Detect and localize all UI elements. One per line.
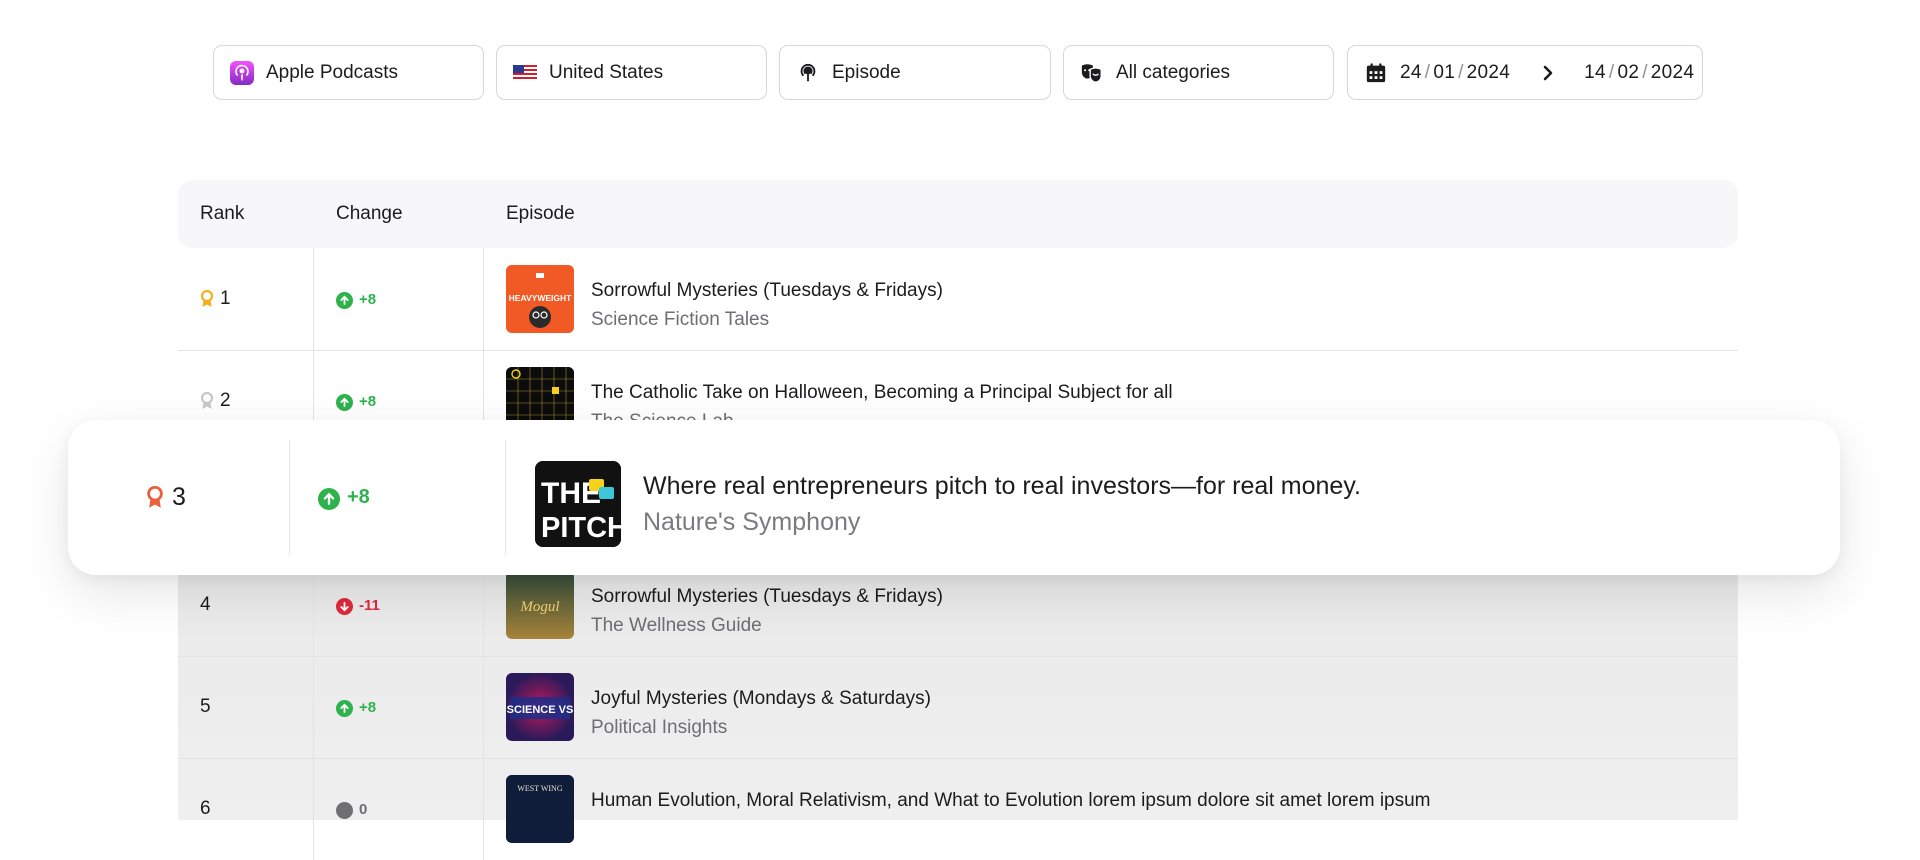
filter-bar: Apple Podcasts United States Episode All… <box>0 45 1920 102</box>
artwork-text: Mogul <box>519 599 559 615</box>
rank-value: 4 <box>200 594 211 615</box>
gold-medal-icon <box>200 290 214 308</box>
silver-medal-icon <box>200 392 214 410</box>
change-value: +8 <box>359 290 377 308</box>
header-episode: Episode <box>506 203 575 224</box>
artwork-text: HEAVYWEIGHT <box>509 293 572 303</box>
episode-artwork: Mogul <box>506 571 574 639</box>
artwork-text-line2: PITCH <box>541 512 621 544</box>
country-filter[interactable]: United States <box>496 45 767 100</box>
podcasts-icon <box>230 60 254 85</box>
rank-value: 6 <box>200 798 211 819</box>
date-range-filter[interactable]: 24/01/2024 14/02/2024 <box>1347 45 1703 100</box>
artwork-text: WEST WING <box>517 784 562 793</box>
podcast-mic-icon <box>796 61 820 85</box>
type-label: Episode <box>832 61 901 83</box>
rank-value: 3 <box>172 483 186 511</box>
rank-value: 2 <box>220 390 231 411</box>
episode-title[interactable]: The Catholic Take on Halloween, Becoming… <box>591 382 1173 404</box>
episode-title[interactable]: Where real entrepreneurs pitch to real i… <box>643 472 1361 501</box>
artwork-text: SCIENCE VS <box>507 704 574 716</box>
change-value: 0 <box>359 800 368 818</box>
table-row[interactable]: 1 +8 HEAVYWEIGHT Sorrowful Mysteries (Tu… <box>178 248 1738 351</box>
podcast-name[interactable]: Science Fiction Tales <box>591 309 769 331</box>
change-value: +8 <box>359 698 377 716</box>
highlighted-row[interactable]: 3 +8 THE PITCH Where real entrepreneurs p… <box>68 420 1840 575</box>
bronze-medal-icon <box>146 486 164 509</box>
date-to[interactable]: 14/02/2024 <box>1584 62 1694 84</box>
arrow-up-icon <box>336 699 353 717</box>
podcast-name[interactable]: Nature's Symphony <box>643 508 860 537</box>
episode-title[interactable]: Sorrowful Mysteries (Tuesdays & Fridays) <box>591 280 943 302</box>
theater-masks-icon <box>1080 61 1104 85</box>
episode-artwork: WEST WING <box>506 775 574 843</box>
podcast-name[interactable]: Political Insights <box>591 717 727 739</box>
arrow-up-icon <box>336 393 353 411</box>
episode-artwork: THE PITCH <box>535 461 621 547</box>
episode-title[interactable]: Joyful Mysteries (Mondays & Saturdays) <box>591 688 931 710</box>
platform-label: Apple Podcasts <box>266 61 399 83</box>
category-label: All categories <box>1116 61 1231 83</box>
category-filter[interactable]: All categories <box>1063 45 1334 100</box>
rank-value: 5 <box>200 696 211 717</box>
table-row[interactable]: 6 0 WEST WING Human Evolution, Moral Rel… <box>178 758 1738 860</box>
header-rank: Rank <box>200 203 245 224</box>
platform-filter[interactable]: Apple Podcasts <box>213 45 484 100</box>
arrow-up-icon <box>318 487 340 510</box>
type-filter[interactable]: Episode <box>779 45 1051 100</box>
change-value: +8 <box>359 392 377 410</box>
episode-artwork: SCIENCE VS <box>506 673 574 741</box>
calendar-icon <box>1364 61 1388 85</box>
date-from[interactable]: 24/01/2024 <box>1400 62 1510 84</box>
podcast-name[interactable]: The Wellness Guide <box>591 615 762 637</box>
arrow-down-icon <box>336 597 353 615</box>
chevron-right-icon <box>1542 65 1554 81</box>
us-flag-icon <box>513 61 537 85</box>
change-value: -11 <box>359 596 380 614</box>
country-label: United States <box>549 61 664 83</box>
episode-title[interactable]: Sorrowful Mysteries (Tuesdays & Fridays) <box>591 586 943 608</box>
header-change: Change <box>336 203 403 224</box>
neutral-change-icon <box>336 801 353 819</box>
arrow-up-icon <box>336 291 353 309</box>
episode-title[interactable]: Human Evolution, Moral Relativism, and W… <box>591 790 1431 812</box>
episode-artwork: HEAVYWEIGHT <box>506 265 574 333</box>
rank-value: 1 <box>220 288 231 309</box>
table-header: Rank Change Episode <box>178 180 1738 248</box>
change-value: +8 <box>347 486 370 508</box>
table-row[interactable]: 5 +8 SCIENCE VS Joyful Mysteries (Monday… <box>178 656 1738 759</box>
